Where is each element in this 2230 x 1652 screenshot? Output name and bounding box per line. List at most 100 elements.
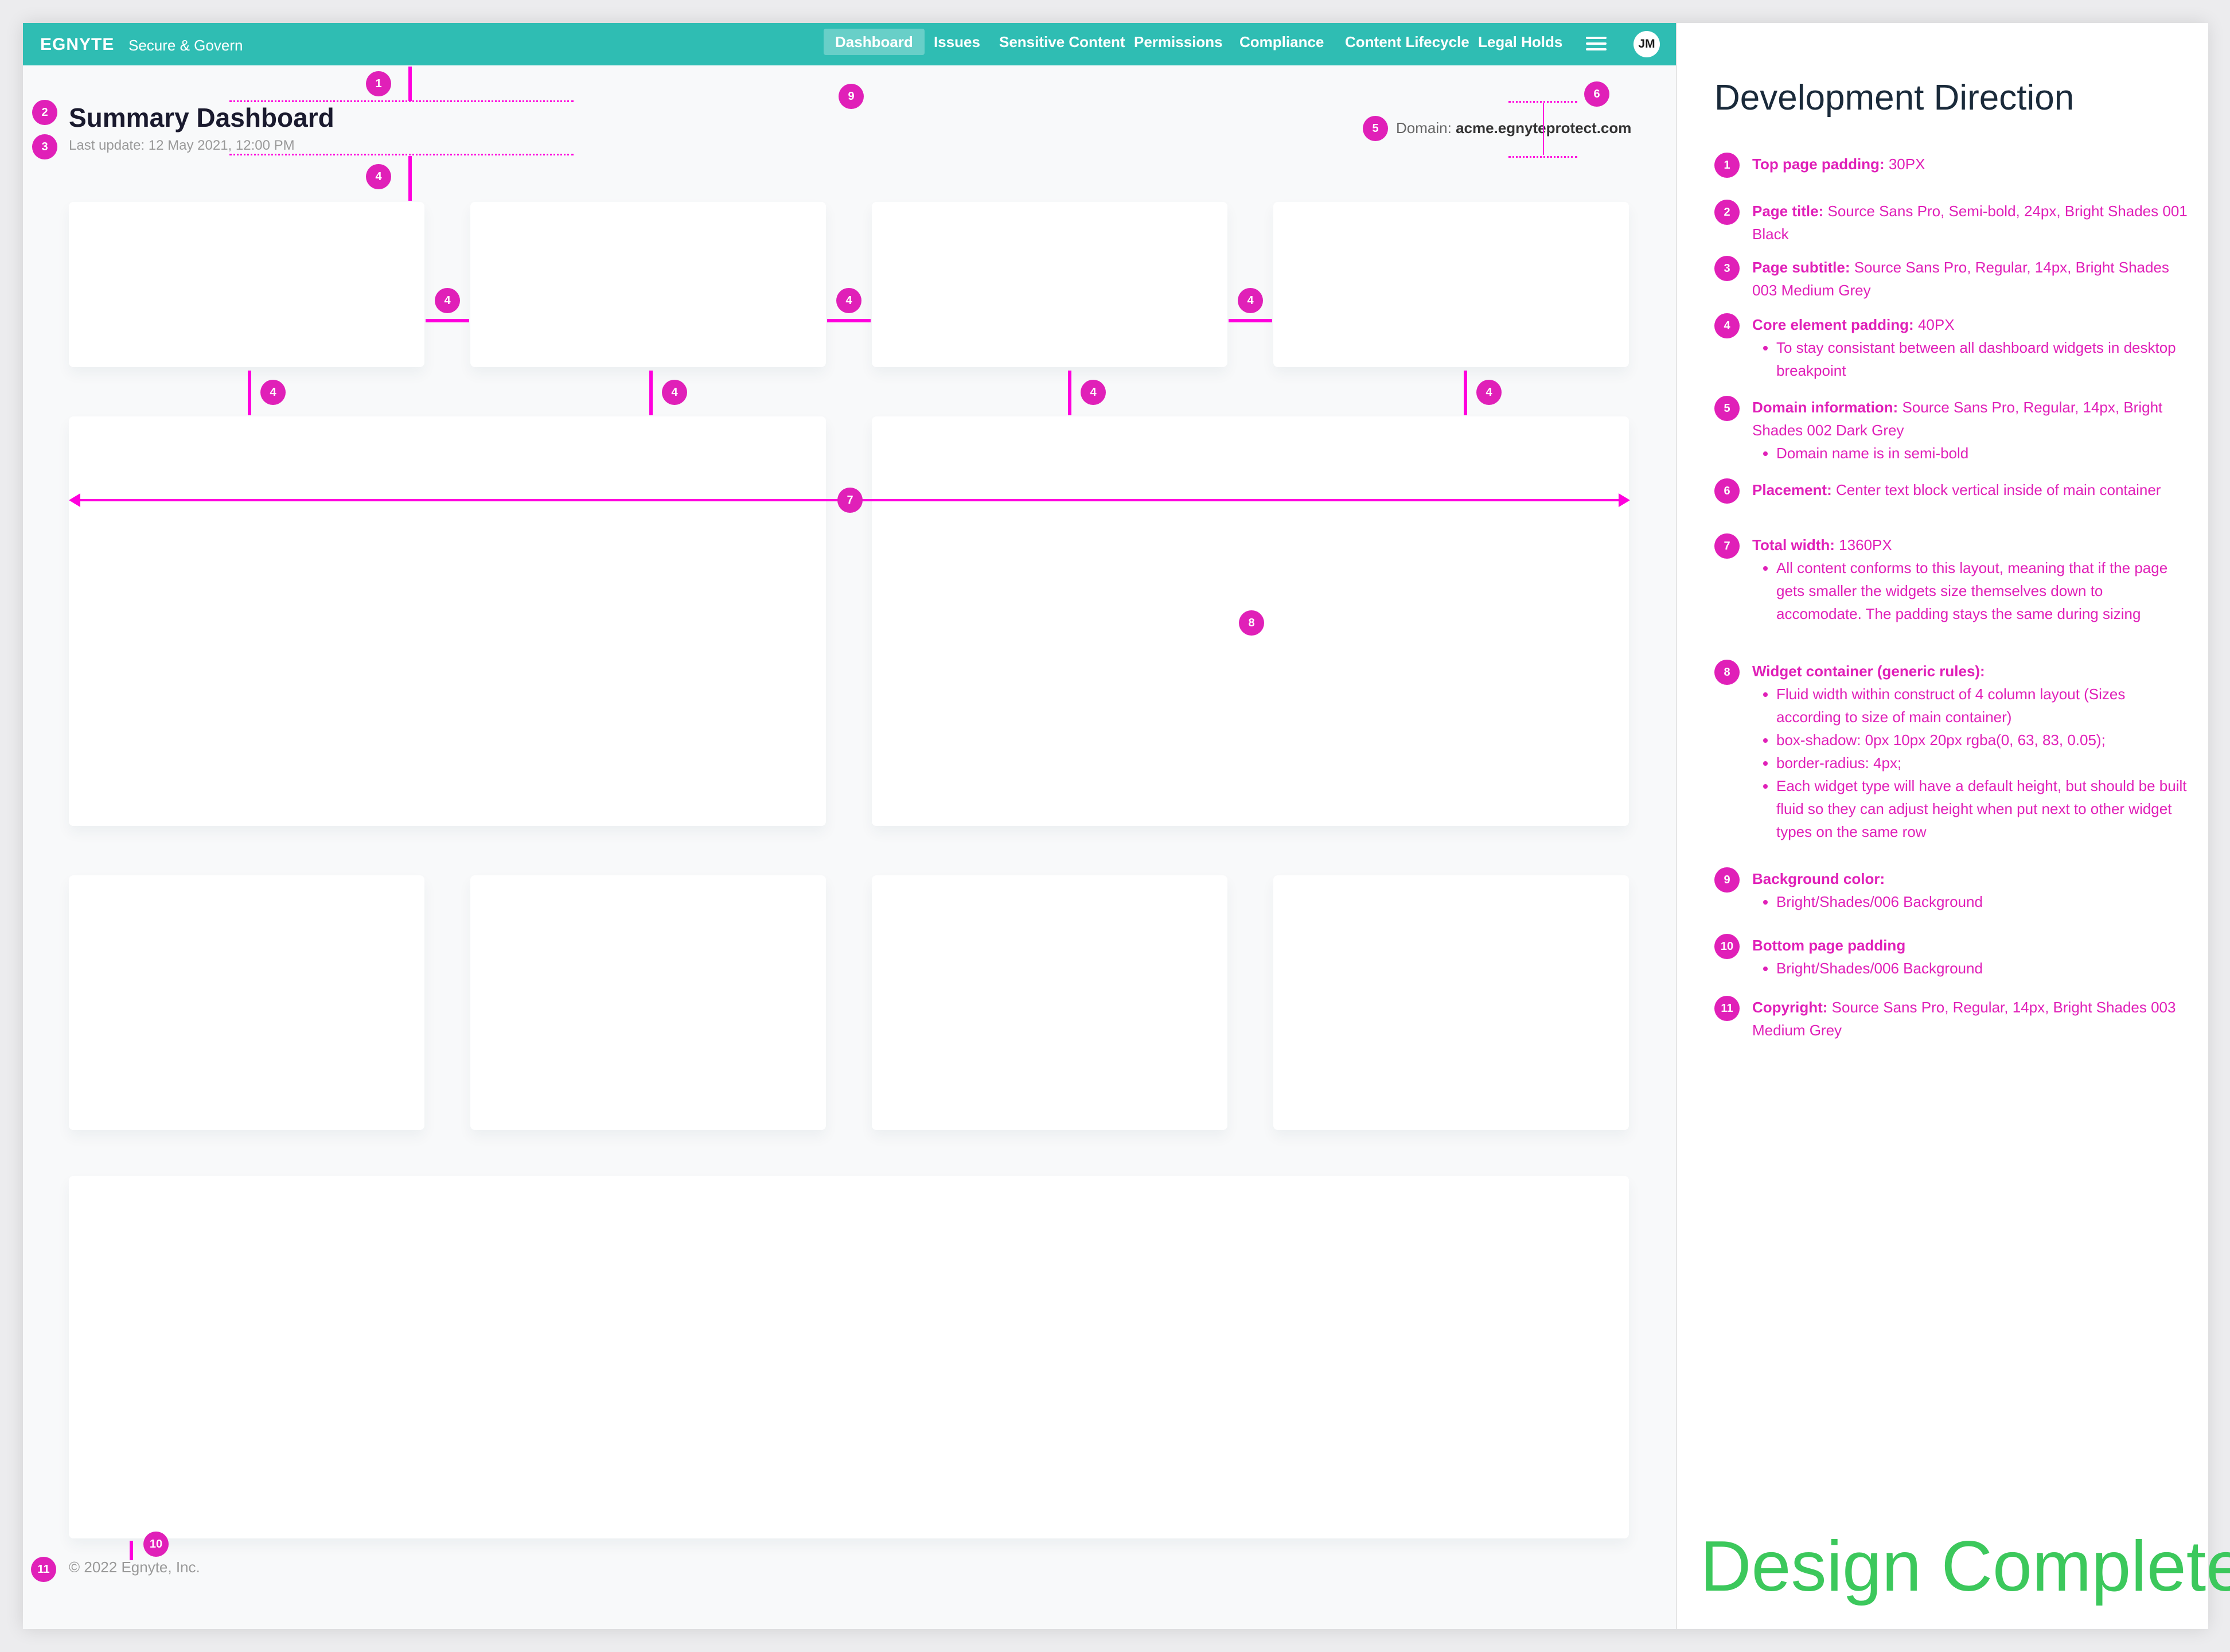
- domain-label: Domain:: [1396, 119, 1452, 137]
- note-label: Domain information:: [1752, 399, 1898, 416]
- note-3: 3 Page subtitle: Source Sans Pro, Regula…: [1714, 256, 2185, 299]
- widget-row1-col1: [69, 202, 424, 367]
- annotation-badge-4: 4: [1476, 380, 1502, 405]
- panel-title: Development Direction: [1714, 78, 2075, 118]
- note-label: Top page padding:: [1752, 155, 1885, 173]
- note-bullet: Fluid width within construct of 4 column…: [1776, 683, 2188, 728]
- note-bullet: Domain name is in semi-bold: [1776, 442, 2188, 465]
- annotation-line: [408, 156, 412, 201]
- note-bullet: border-radius: 4px;: [1776, 751, 2188, 774]
- note-badge: 3: [1714, 256, 1740, 281]
- annotation-badge-4: 4: [435, 288, 460, 313]
- annotation-line: [1229, 319, 1272, 322]
- development-direction-panel: Development Direction 1 Top page padding…: [1676, 23, 2230, 1629]
- annotation-badge-11: 11: [31, 1557, 56, 1582]
- annotation-badge-4: 4: [1238, 288, 1263, 313]
- note-badge: 1: [1714, 153, 1740, 178]
- note-label: Widget container (generic rules):: [1752, 663, 1985, 680]
- widget-row3-col2: [470, 875, 826, 1130]
- copyright-text: © 2022 Egnyte, Inc.: [69, 1559, 200, 1576]
- note-bullet: Each widget type will have a default hei…: [1776, 774, 2188, 843]
- annotation-badge-4: 4: [260, 380, 286, 405]
- note-label: Copyright:: [1752, 999, 1828, 1016]
- note-label: Placement:: [1752, 481, 1832, 498]
- note-badge: 6: [1714, 478, 1740, 504]
- nav-content-lifecycle[interactable]: Content Lifecycle: [1334, 29, 1481, 55]
- annotation-guide: [1508, 156, 1577, 158]
- nav-dashboard[interactable]: Dashboard: [824, 29, 925, 55]
- product-name: Secure & Govern: [128, 37, 243, 54]
- note-text: 1360PX: [1839, 536, 1892, 554]
- note-label: Background color:: [1752, 870, 1885, 887]
- annotation-badge-6: 6: [1584, 81, 1609, 107]
- note-label: Page subtitle:: [1752, 259, 1850, 276]
- note-badge: 5: [1714, 396, 1740, 421]
- widget-row3-col3: [872, 875, 1227, 1130]
- top-navbar: EGNYTE Secure & Govern Dashboard Issues …: [23, 23, 1676, 65]
- annotation-badge-8: 8: [1239, 610, 1264, 636]
- note-1: 1 Top page padding: 30PX: [1714, 153, 2185, 178]
- egnyte-logo[interactable]: EGNYTE: [40, 35, 114, 54]
- note-label: Core element padding:: [1752, 316, 1914, 333]
- widget-row3-col4: [1273, 875, 1629, 1130]
- note-4: 4 Core element padding: 40PX To stay con…: [1714, 313, 2185, 379]
- note-10: 10 Bottom page padding Bright/Shades/006…: [1714, 934, 2185, 977]
- annotation-line: [649, 371, 653, 415]
- annotation-line: [1543, 103, 1544, 155]
- nav-compliance[interactable]: Compliance: [1228, 29, 1335, 55]
- note-badge: 8: [1714, 660, 1740, 685]
- nav-permissions[interactable]: Permissions: [1122, 29, 1234, 55]
- annotation-badge-2: 2: [32, 100, 57, 125]
- user-avatar[interactable]: JM: [1633, 31, 1660, 57]
- nav-issues[interactable]: Issues: [922, 29, 992, 55]
- note-badge: 10: [1714, 934, 1740, 959]
- annotation-badge-1: 1: [366, 71, 391, 96]
- note-badge: 2: [1714, 200, 1740, 225]
- hamburger-icon[interactable]: [1586, 37, 1607, 50]
- annotation-guide: [1508, 101, 1577, 103]
- annotation-badge-9: 9: [839, 84, 864, 109]
- page-frame: EGNYTE Secure & Govern Dashboard Issues …: [23, 23, 2230, 1629]
- annotation-badge-10: 10: [143, 1532, 169, 1557]
- annotation-badge-4: 4: [662, 380, 687, 405]
- annotation-badge-5: 5: [1363, 116, 1388, 141]
- widget-row2-left: [69, 416, 826, 826]
- annotation-line: [130, 1541, 133, 1560]
- arrow-left-icon: [69, 493, 80, 507]
- note-badge: 9: [1714, 867, 1740, 893]
- note-text: 40PX: [1917, 316, 1955, 333]
- annotation-guide: [229, 100, 574, 102]
- annotation-badge-4: 4: [836, 288, 861, 313]
- nav-sensitive-content[interactable]: Sensitive Content: [988, 29, 1137, 55]
- arrow-right-icon: [1619, 493, 1630, 507]
- widget-row1-col3: [872, 202, 1227, 367]
- note-bullet: All content conforms to this layout, mea…: [1776, 556, 2188, 625]
- note-badge: 7: [1714, 533, 1740, 559]
- page-subtitle: Last update: 12 May 2021, 12:00 PM: [69, 138, 295, 153]
- note-bullet: To stay consistant between all dashboard…: [1776, 336, 2188, 382]
- widget-row4-full: [69, 1176, 1629, 1538]
- annotation-badge-7: 7: [837, 488, 863, 513]
- note-11: 11 Copyright: Source Sans Pro, Regular, …: [1714, 996, 2185, 1039]
- note-bullet: box-shadow: 0px 10px 20px rgba(0, 63, 83…: [1776, 728, 2188, 751]
- note-9: 9 Background color: Bright/Shades/006 Ba…: [1714, 867, 2185, 910]
- nav-legal-holds[interactable]: Legal Holds: [1467, 29, 1574, 55]
- widget-row1-col2: [470, 202, 826, 367]
- page-title: Summary Dashboard: [69, 103, 334, 133]
- note-7: 7 Total width: 1360PX All content confor…: [1714, 533, 2185, 622]
- annotation-line: [248, 371, 251, 415]
- annotation-line: [408, 67, 412, 101]
- note-label: Bottom page padding: [1752, 937, 1906, 954]
- widget-row3-col1: [69, 875, 424, 1130]
- domain-info: Domain: acme.egnyteprotect.com: [1396, 119, 1631, 137]
- annotation-line: [1464, 371, 1467, 415]
- note-6: 6 Placement: Center text block vertical …: [1714, 478, 2185, 504]
- note-2: 2 Page title: Source Sans Pro, Semi-bold…: [1714, 200, 2188, 243]
- widget-row1-col4: [1273, 202, 1629, 367]
- annotation-line: [1068, 371, 1071, 415]
- design-status: Design Complete: [1700, 1527, 2230, 1606]
- note-bullet: Bright/Shades/006 Background: [1776, 890, 2188, 913]
- annotation-badge-3: 3: [32, 134, 57, 159]
- note-badge: 11: [1714, 996, 1740, 1021]
- note-8: 8 Widget container (generic rules): Flui…: [1714, 660, 2186, 840]
